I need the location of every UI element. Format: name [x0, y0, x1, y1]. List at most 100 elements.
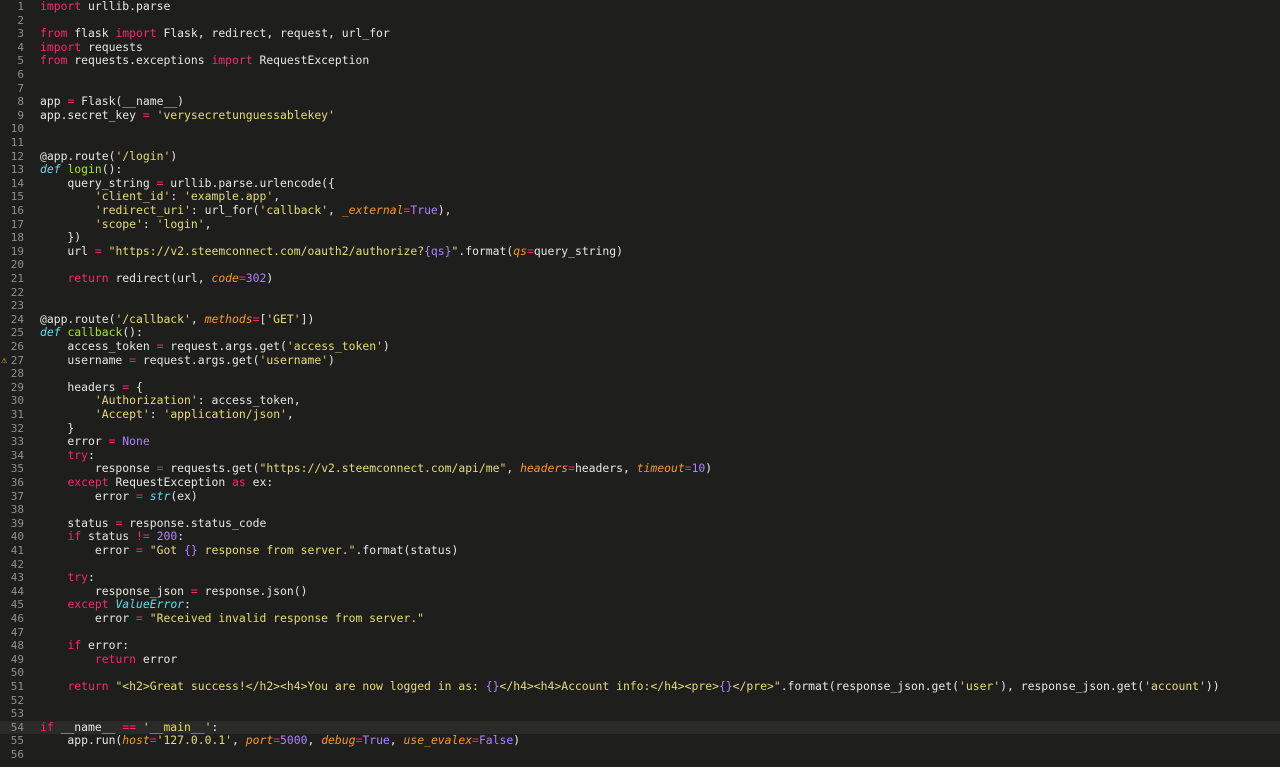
code-token: 'Authorization'	[94, 393, 198, 408]
code-token: error	[40, 543, 137, 557]
code-line[interactable]: 35 response = requests.get("https://v2.s…	[0, 462, 1280, 476]
code-line[interactable]: 2	[0, 14, 1280, 28]
code-token: 'client_id'	[94, 189, 171, 204]
code-token: urllib.parse	[81, 0, 171, 13]
code-text: import urllib.parse	[40, 0, 170, 14]
code-line[interactable]: 53	[0, 707, 1280, 721]
line-number: 49	[10, 652, 24, 666]
code-line[interactable]: 15 'client_id': 'example.app',	[0, 190, 1280, 204]
code-line[interactable]: 46 error = "Received invalid response fr…	[0, 611, 1280, 626]
code-token: =	[136, 488, 143, 503]
code-token: RequestException	[108, 475, 233, 489]
code-text: try:	[40, 570, 94, 585]
code-line[interactable]: 29 headers = {	[0, 380, 1280, 395]
code-line[interactable]: 26 access_token = request.args.get('acce…	[0, 339, 1280, 354]
code-line[interactable]: 13 def login():	[0, 162, 1280, 177]
code-line[interactable]: 7	[0, 82, 1280, 96]
code-line[interactable]: 14 query_string = urllib.parse.urlencode…	[0, 175, 1280, 191]
code-editor[interactable]: 1 import urllib.parse 2 3 from flask import …	[0, 0, 1280, 767]
code-token: response_json	[40, 583, 191, 598]
code-line[interactable]: 9 app.secret_key = 'verysecretunguessable…	[0, 108, 1280, 123]
code-line[interactable]: 17 'scope': 'login',	[0, 217, 1280, 232]
code-text: from requests.exceptions import RequestE…	[40, 54, 369, 68]
code-line[interactable]: 40 if status != 200:	[0, 530, 1280, 544]
code-line[interactable]: 4 import requests	[0, 40, 1280, 55]
code-line[interactable]: 48 if error:	[0, 638, 1280, 653]
code-line[interactable]: 44 response_json = response.json()	[0, 583, 1280, 599]
code-line[interactable]: 22	[0, 286, 1280, 300]
code-line[interactable]: 30 'Authorization': access_token,	[0, 394, 1280, 408]
code-line[interactable]: 38	[0, 503, 1280, 517]
code-line[interactable]: ⚠ 27 username = request.args.get('usernam…	[0, 353, 1280, 368]
code-line[interactable]: 34 try:	[0, 448, 1280, 463]
line-number: 20	[10, 258, 24, 272]
code-line[interactable]: 6	[0, 68, 1280, 82]
code-token: response from server."	[197, 543, 356, 557]
code-token: flask	[67, 26, 116, 41]
code-line[interactable]: 21 return redirect(url, code=302)	[0, 271, 1280, 286]
code-line[interactable]: 1 import urllib.parse	[0, 0, 1280, 14]
code-text: return error	[40, 652, 177, 667]
code-line[interactable]: 25 def callback():	[0, 326, 1280, 340]
code-line[interactable]: 18 })	[0, 230, 1280, 245]
code-line[interactable]: 45 except ValueError:	[0, 598, 1280, 612]
code-token: 'example.app'	[184, 189, 274, 204]
code-line[interactable]: 3 from flask import Flask, redirect, requ…	[0, 26, 1280, 41]
code-token: Flask(__name__)	[74, 94, 185, 109]
code-token: urllib.parse.urlencode({	[163, 175, 335, 190]
code-token: "https://v2.steemconnect.com/oauth2/auth…	[108, 243, 425, 258]
code-line[interactable]: 54 if __name__ == '__main__':	[0, 719, 1280, 735]
code-line[interactable]: 49 return error	[0, 652, 1280, 667]
code-line[interactable]: 11	[0, 136, 1280, 150]
code-token: from	[40, 26, 68, 41]
code-line[interactable]: 31 'Accept': 'application/json',	[0, 407, 1280, 422]
code-token: requests.exceptions	[67, 53, 212, 68]
code-line[interactable]: 43 try:	[0, 570, 1280, 585]
line-number: 46	[10, 612, 24, 625]
line-number: 54	[10, 720, 24, 734]
code-line[interactable]: 10	[0, 122, 1280, 136]
code-line[interactable]: 41 error = "Got {} response from server.…	[0, 543, 1280, 558]
code-line[interactable]: 56	[0, 748, 1280, 762]
code-token: ,	[328, 203, 342, 217]
code-line[interactable]: 51 return "<h2>Great success!</h2><h4>Yo…	[0, 679, 1280, 694]
code-line[interactable]: 42	[0, 558, 1280, 572]
code-token: __name__	[53, 719, 123, 734]
code-line[interactable]: 37 error = str(ex)	[0, 488, 1280, 504]
code-token: :	[149, 407, 164, 421]
code-token: import	[115, 26, 157, 41]
code-token: 10	[691, 461, 706, 476]
line-number: 47	[10, 625, 24, 639]
code-line[interactable]: 5 from requests.exceptions import Request…	[0, 54, 1280, 68]
code-token: error:	[81, 638, 130, 653]
code-line[interactable]: 16 'redirect_uri': url_for('callback', _…	[0, 203, 1280, 218]
code-token: response	[40, 461, 157, 476]
code-line[interactable]: 33 error = None	[0, 434, 1280, 449]
line-number: 9	[17, 108, 24, 122]
code-line[interactable]: 32 }	[0, 421, 1280, 436]
code-line[interactable]: 20	[0, 258, 1280, 272]
code-token: =	[136, 543, 143, 557]
code-line[interactable]: 24 @app.route('/callback', methods=['GET'…	[0, 312, 1280, 327]
code-line[interactable]: 23	[0, 299, 1280, 313]
code-line[interactable]: 50	[0, 666, 1280, 680]
code-token: ==	[122, 719, 137, 734]
code-line[interactable]: 8 app = Flask(__name__)	[0, 94, 1280, 109]
code-token: url	[40, 243, 95, 258]
code-line[interactable]: 52	[0, 694, 1280, 708]
code-line[interactable]: 39 status = response.status_code	[0, 516, 1280, 531]
code-line[interactable]: 55 app.run(host='127.0.0.1', port=5000, …	[0, 734, 1280, 748]
code-line[interactable]: 47	[0, 626, 1280, 640]
code-line[interactable]: 36 except RequestException as ex:	[0, 475, 1280, 490]
code-token: (ex)	[170, 488, 198, 503]
code-token: status	[81, 529, 137, 544]
code-token: app.run(	[40, 733, 123, 748]
code-line[interactable]: 28	[0, 367, 1280, 381]
code-token: if	[67, 638, 82, 653]
code-line[interactable]: 19 url = "https://v2.steemconnect.com/oa…	[0, 243, 1280, 259]
code-line[interactable]: 12 @app.route('/login')	[0, 149, 1280, 164]
code-text: status = response.status_code	[40, 516, 266, 531]
